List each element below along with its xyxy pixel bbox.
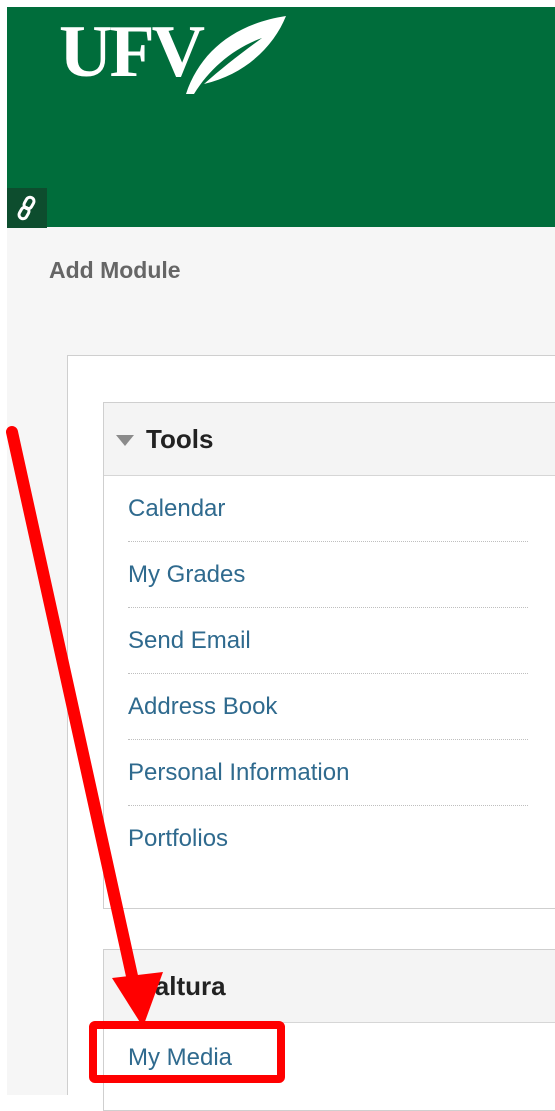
header-banner: UFV — [7, 7, 555, 228]
portfolios-link[interactable]: Portfolios — [128, 825, 228, 853]
list-item: My Grades — [128, 542, 528, 608]
list-item: Send Email — [128, 608, 528, 674]
calendar-link[interactable]: Calendar — [128, 495, 225, 523]
send-email-link[interactable]: Send Email — [128, 627, 251, 655]
tools-module: Tools Calendar My Grades Send Email Addr… — [103, 402, 555, 909]
my-grades-link[interactable]: My Grades — [128, 561, 245, 589]
leaf-icon — [186, 16, 286, 94]
address-book-link[interactable]: Address Book — [128, 693, 277, 721]
add-module-heading: Add Module — [49, 257, 181, 283]
list-item: Personal Information — [128, 740, 528, 806]
tools-module-header[interactable]: Tools — [104, 403, 555, 476]
link-icon[interactable] — [7, 188, 47, 228]
kaltura-module-header[interactable]: Kaltura — [104, 950, 555, 1023]
collapse-caret-icon[interactable] — [116, 434, 134, 446]
list-item: Calendar — [128, 476, 528, 542]
annotation-highlight-box — [89, 1021, 285, 1083]
tools-module-title: Tools — [146, 423, 214, 454]
kaltura-module-title: Kaltura — [136, 970, 226, 1001]
link-glyph — [17, 195, 36, 221]
personal-information-link[interactable]: Personal Information — [128, 759, 349, 787]
list-item: Address Book — [128, 674, 528, 740]
list-item: Portfolios — [128, 806, 528, 871]
logo-text: UFV — [59, 11, 205, 93]
tools-list: Calendar My Grades Send Email Address Bo… — [104, 476, 555, 871]
